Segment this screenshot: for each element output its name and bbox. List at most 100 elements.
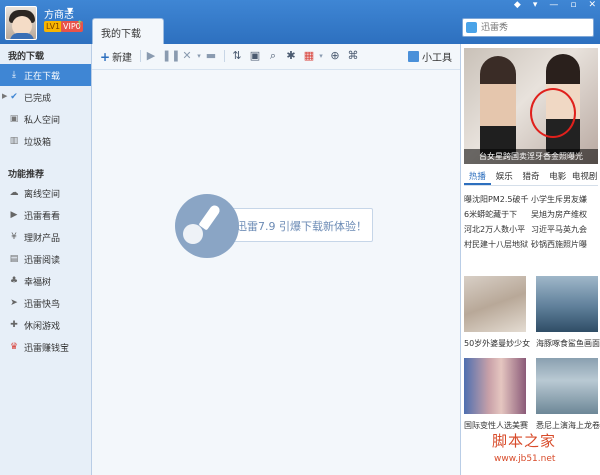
hero-caption[interactable]: 台女星跨国卖淫牙香金照曝光 (464, 149, 598, 164)
sidebar-item-label: 私人空间 (24, 116, 61, 126)
window-controls: ◆ ▾ — ▫ ✕ (514, 0, 596, 12)
thumbnail-caption[interactable]: 海豚啄食鲨鱼画面 (536, 338, 600, 349)
sidebar-item-completed[interactable]: ▶ ✔ 已完成 (0, 86, 91, 108)
sidebar-item-label: 迅雷看看 (24, 212, 61, 222)
thumbnail-image[interactable] (536, 358, 598, 414)
maximize-icon[interactable]: ▫ (570, 0, 576, 12)
sidebar-item-offline-space[interactable]: ☁ 离线空间 (0, 182, 91, 204)
search-box (462, 18, 594, 37)
tab-entertainment[interactable]: 娱乐 (491, 170, 518, 185)
new-task-button[interactable]: + 新建 (100, 49, 132, 64)
thumbnail-image[interactable] (464, 276, 526, 332)
watermark-url: www.jb51.net (494, 454, 556, 464)
sidebar-item-finance[interactable]: ¥ 理财产品 (0, 226, 91, 248)
sidebar-item-downloading[interactable]: ⤓ 正在下载 (0, 64, 91, 86)
sidebar: 我的下载 ⤓ 正在下载 ▶ ✔ 已完成 ▣ 私人空间 ▥ 垃圾箱 功能推荐 ☁ … (0, 44, 92, 475)
sidebar-item-label: 休闲游戏 (24, 322, 61, 332)
news-link[interactable]: 小学生斥男友嫌 (531, 192, 598, 207)
settings-icon[interactable]: ✱ (284, 49, 298, 63)
sidebar-item-private-space[interactable]: ▣ 私人空间 (0, 108, 91, 130)
sidebar-item-reading[interactable]: ▤ 迅雷阅读 (0, 248, 91, 270)
tab-my-downloads[interactable]: 我的下载 (92, 18, 164, 44)
remote-icon[interactable]: ⊕ (328, 49, 342, 63)
news-link[interactable]: 习近平马英九会 (531, 222, 598, 237)
toolbar-divider (224, 50, 225, 62)
thumbnail-image[interactable] (464, 358, 526, 414)
expand-arrow-icon[interactable]: ▶ (2, 92, 7, 100)
search-icon (466, 22, 477, 33)
sidebar-item-games[interactable]: ✚ 休闲游戏 (0, 314, 91, 336)
search-task-icon[interactable]: ⌕ (266, 49, 280, 63)
check-icon: ✔ (10, 92, 18, 102)
section-title-features: 功能推荐 (8, 170, 45, 180)
sidebar-item-label: 幸福树 (24, 278, 52, 288)
slogan-banner: 迅雷7.9 引爆下载新体验！ (223, 208, 373, 242)
news-link[interactable]: 吴旭为房产维权 (531, 207, 598, 222)
toolbar-divider (140, 50, 141, 62)
sidebar-item-kuainiao[interactable]: ➤ 迅雷快鸟 (0, 292, 91, 314)
news-link[interactable]: 村民建十八层地狱 (464, 237, 531, 252)
properties-icon[interactable]: ▣ (248, 49, 262, 63)
thumbnail-caption[interactable]: 50岁外婆曼妙少女 (464, 338, 530, 349)
lock-icon: ▣ (9, 114, 19, 124)
section-title-downloads: 我的下载 (8, 52, 45, 62)
thumbnail-image[interactable] (536, 276, 598, 332)
menu-icon[interactable]: ▾ (533, 0, 538, 12)
sidebar-item-label: 离线空间 (24, 190, 61, 200)
folder-icon[interactable]: ▬ (204, 49, 218, 63)
cloud-icon: ☁ (9, 188, 19, 198)
sidebar-item-label: 已完成 (24, 94, 52, 104)
news-link[interactable]: 6米蟒蛇藏于下 (464, 207, 531, 222)
sort-icon[interactable]: ⇅ (230, 49, 244, 63)
level-badge: LV1 (44, 21, 63, 32)
sidebar-item-xunlei-kankan[interactable]: ▶ 迅雷看看 (0, 204, 91, 226)
money-icon: ¥ (11, 232, 17, 242)
minimize-icon[interactable]: — (549, 0, 558, 12)
tab-hot[interactable]: 热播 (464, 170, 491, 185)
title-bar: 方商志 ▼ LV1 VIP0 ↑ 我的下载 ◆ ▾ — ▫ ✕ (0, 0, 600, 44)
tab-movies[interactable]: 电影 (544, 170, 571, 185)
gamepad-tool-icon[interactable]: ⌘ (346, 49, 360, 63)
news-link[interactable]: 河北2万人数小平 (464, 222, 531, 237)
sidebar-item-label: 理财产品 (24, 234, 61, 244)
calendar-dropdown-icon[interactable]: ▾ (314, 49, 328, 63)
search-input[interactable] (481, 21, 589, 35)
tools-button[interactable]: 小工具 (408, 49, 452, 64)
arrow-up-icon: ↑ (76, 20, 84, 30)
toolbar: + 新建 ▶ ❚❚ ✕ ▾ ▬ ⇅ ▣ ⌕ ✱ ▦ ▾ ⊕ ⌘ 小工具 (92, 44, 460, 70)
news-panel: 台女星跨国卖淫牙香金照曝光 热播 娱乐 猎奇 电影 电视剧 曝沈阳PM2.5破千… (460, 44, 600, 475)
play-icon: ▶ (10, 210, 18, 220)
hero-image[interactable]: 台女星跨国卖淫牙香金照曝光 (464, 48, 598, 164)
sidebar-item-label: 迅雷阅读 (24, 256, 61, 266)
rocket-icon (175, 194, 239, 258)
skin-icon[interactable]: ◆ (514, 0, 521, 12)
trash-icon: ▥ (9, 136, 19, 146)
sidebar-item-label: 迅雷快鸟 (24, 300, 61, 310)
plus-icon: + (100, 50, 111, 64)
tab-curious[interactable]: 猎奇 (518, 170, 545, 185)
watermark-logo: 脚本之家 www.jb51.net (484, 430, 598, 474)
start-icon[interactable]: ▶ (144, 49, 158, 63)
treasure-icon: ♛ (9, 342, 19, 352)
sidebar-item-zhuanqianbao[interactable]: ♛ 迅雷赚钱宝 (0, 336, 91, 358)
tools-label: 小工具 (422, 53, 452, 64)
news-link[interactable]: 曝沈阳PM2.5破千 (464, 192, 531, 207)
bird-icon: ➤ (10, 298, 18, 308)
news-link[interactable]: 砂锅西施照片曝 (531, 237, 598, 252)
new-task-label: 新建 (112, 53, 133, 64)
close-icon[interactable]: ✕ (588, 0, 596, 12)
sidebar-item-label: 迅雷赚钱宝 (24, 344, 70, 354)
avatar[interactable] (5, 6, 37, 40)
chevron-down-icon[interactable]: ▼ (67, 6, 73, 15)
download-list-area: + 新建 ▶ ❚❚ ✕ ▾ ▬ ⇅ ▣ ⌕ ✱ ▦ ▾ ⊕ ⌘ 小工具 迅雷7.9… (92, 44, 460, 475)
watermark-title: 脚本之家 (492, 432, 557, 450)
tab-tv[interactable]: 电视剧 (571, 170, 598, 185)
pause-icon[interactable]: ❚❚ (162, 49, 180, 63)
book-icon: ▤ (9, 254, 19, 264)
sidebar-item-label: 正在下载 (24, 72, 61, 82)
sidebar-item-happy-tree[interactable]: ♣ 幸福树 (0, 270, 91, 292)
news-tabs: 热播 娱乐 猎奇 电影 电视剧 (464, 170, 598, 186)
sidebar-item-trash[interactable]: ▥ 垃圾箱 (0, 130, 91, 152)
tools-icon (408, 51, 419, 62)
sidebar-item-label: 垃圾箱 (24, 138, 52, 148)
